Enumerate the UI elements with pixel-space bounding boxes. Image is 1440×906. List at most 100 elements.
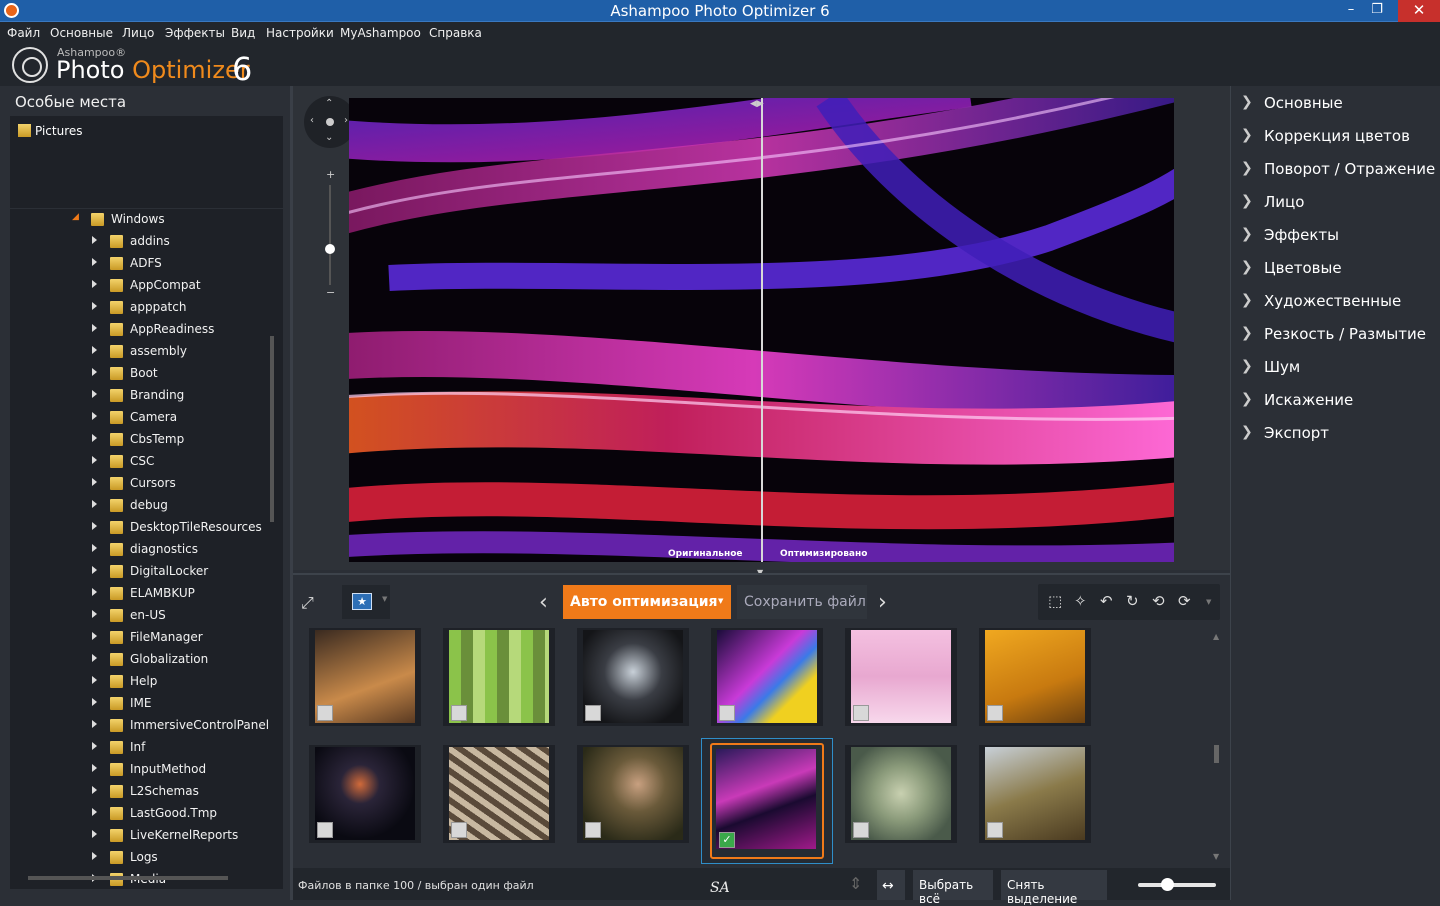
thumbnail[interactable]	[979, 745, 1091, 843]
scroll-down-icon[interactable]: ▼	[1213, 852, 1219, 861]
divider-handle-icon[interactable]: ◀▶	[750, 99, 764, 109]
crop-select-icon[interactable]: ⬚	[1048, 592, 1062, 610]
rotate-left-90-icon[interactable]: ⟲	[1152, 592, 1165, 610]
expand-arrow-icon[interactable]	[92, 324, 97, 332]
checkbox[interactable]	[451, 705, 467, 721]
checkbox[interactable]	[853, 822, 869, 838]
fit-width-button[interactable]: ↔	[877, 870, 905, 900]
expand-arrow-icon[interactable]	[92, 830, 97, 838]
menu-view[interactable]: Вид	[231, 26, 255, 40]
checkbox[interactable]	[317, 822, 333, 838]
tree-item[interactable]: InputMethod	[10, 759, 270, 781]
tree-item[interactable]: Camera	[10, 407, 270, 429]
thumbnail[interactable]	[979, 628, 1091, 726]
tree-item[interactable]: Boot	[10, 363, 270, 385]
rotate-icon[interactable]: ↻	[1126, 592, 1139, 610]
compare-divider[interactable]	[761, 98, 763, 562]
checked-icon[interactable]: ✓	[719, 832, 735, 848]
expand-arrow-icon[interactable]	[92, 566, 97, 574]
menu-myashampoo[interactable]: MyAshampoo	[340, 26, 421, 40]
tree-item[interactable]: LastGood.Tmp	[10, 803, 270, 825]
tree-item[interactable]: CSC	[10, 451, 270, 473]
sort-icon[interactable]: ⇕	[849, 874, 862, 893]
tree-item[interactable]: Branding	[10, 385, 270, 407]
checkbox[interactable]	[719, 705, 735, 721]
deselect-button[interactable]: Снять выделение	[1001, 870, 1107, 906]
thumbnail-scrollbar[interactable]	[1214, 745, 1219, 763]
save-file-button[interactable]: Сохранить файл	[737, 585, 867, 619]
fullscreen-icon[interactable]: ⤢	[301, 593, 314, 613]
auto-optimize-dropdown-icon[interactable]: ▼	[718, 597, 723, 605]
tree-item[interactable]: en-US	[10, 605, 270, 627]
thumbnail[interactable]	[845, 628, 957, 726]
expand-arrow-icon[interactable]	[92, 698, 97, 706]
expand-arrow-icon[interactable]	[92, 544, 97, 552]
scroll-up-icon[interactable]: ▲	[1213, 632, 1219, 641]
zoom-slider-knob[interactable]	[325, 244, 335, 254]
tree-horizontal-scrollbar[interactable]	[28, 876, 228, 880]
expand-arrow-icon[interactable]	[92, 368, 97, 376]
previous-image-button[interactable]: ‹	[539, 590, 548, 615]
expand-arrow-icon[interactable]	[92, 720, 97, 728]
tree-item[interactable]: LiveKernelReports	[10, 825, 270, 847]
expand-arrow-icon[interactable]	[92, 258, 97, 266]
undo-icon[interactable]: ↶	[1100, 592, 1113, 610]
thumbnail[interactable]	[443, 745, 555, 843]
tree-item[interactable]: AppReadiness	[10, 319, 270, 341]
thumbnail[interactable]	[443, 628, 555, 726]
restore-button[interactable]: ❐	[1364, 0, 1390, 22]
tree-item[interactable]: apppatch	[10, 297, 270, 319]
expand-arrow-icon[interactable]	[92, 742, 97, 750]
thumbnail-size-slider[interactable]	[1138, 883, 1216, 887]
thumbnail[interactable]	[711, 628, 823, 726]
tree-item[interactable]: Cursors	[10, 473, 270, 495]
tree-item[interactable]: L2Schemas	[10, 781, 270, 803]
close-button[interactable]: ✕	[1398, 0, 1440, 22]
expand-arrow-icon[interactable]	[92, 610, 97, 618]
pan-up-icon[interactable]: ⌃	[325, 98, 333, 109]
expand-arrow-icon[interactable]	[92, 412, 97, 420]
tree-item[interactable]: DigitalLocker	[10, 561, 270, 583]
pan-right-icon[interactable]: ›	[344, 115, 348, 126]
expand-arrow-icon[interactable]	[92, 522, 97, 530]
expand-arrow-icon[interactable]	[92, 280, 97, 288]
expand-arrow-icon[interactable]	[92, 676, 97, 684]
thumbnail[interactable]	[577, 628, 689, 726]
tree-item[interactable]: Globalization	[10, 649, 270, 671]
tree-item[interactable]: AppCompat	[10, 275, 270, 297]
next-image-button[interactable]: ›	[878, 590, 887, 615]
tools-dropdown-icon[interactable]: ▼	[1206, 598, 1211, 606]
tree-item-windows[interactable]: ◢ Windows	[10, 209, 270, 231]
expand-arrow-icon[interactable]	[92, 632, 97, 640]
tree-item[interactable]: ELAMBKUP	[10, 583, 270, 605]
menu-file[interactable]: Файл	[7, 26, 40, 40]
expand-arrow-icon[interactable]	[92, 456, 97, 464]
checkbox[interactable]	[987, 705, 1003, 721]
tree-item[interactable]: CbsTemp	[10, 429, 270, 451]
tree-item[interactable]: diagnostics	[10, 539, 270, 561]
expand-arrow-icon[interactable]	[92, 478, 97, 486]
expand-arrow-icon[interactable]	[92, 588, 97, 596]
thumbnail[interactable]	[845, 745, 957, 843]
select-all-button[interactable]: Выбрать всё	[913, 870, 993, 906]
checkbox[interactable]	[451, 822, 467, 838]
expand-arrow-icon[interactable]	[92, 764, 97, 772]
checkbox[interactable]	[585, 822, 601, 838]
pan-down-icon[interactable]: ⌄	[325, 132, 333, 143]
thumbnail[interactable]	[309, 628, 421, 726]
expand-arrow-icon[interactable]	[92, 346, 97, 354]
tree-item[interactable]: FileManager	[10, 627, 270, 649]
expand-arrow-icon[interactable]	[92, 434, 97, 442]
pan-center-icon[interactable]	[326, 118, 334, 126]
thumbnail[interactable]: ✓	[701, 738, 833, 864]
expand-arrow-icon[interactable]	[92, 236, 97, 244]
rotate-right-90-icon[interactable]: ⟳	[1178, 592, 1191, 610]
checkbox[interactable]	[853, 705, 869, 721]
tree-item[interactable]: addins	[10, 231, 270, 253]
expand-arrow-icon[interactable]	[92, 852, 97, 860]
menu-help[interactable]: Справка	[429, 26, 482, 40]
expand-arrow-icon[interactable]	[92, 808, 97, 816]
menu-settings[interactable]: Настройки	[266, 26, 334, 40]
rating-filter-button[interactable]: ★ ▼	[342, 585, 390, 619]
auto-optimize-button[interactable]: Авто оптимизация ▼	[563, 585, 731, 619]
